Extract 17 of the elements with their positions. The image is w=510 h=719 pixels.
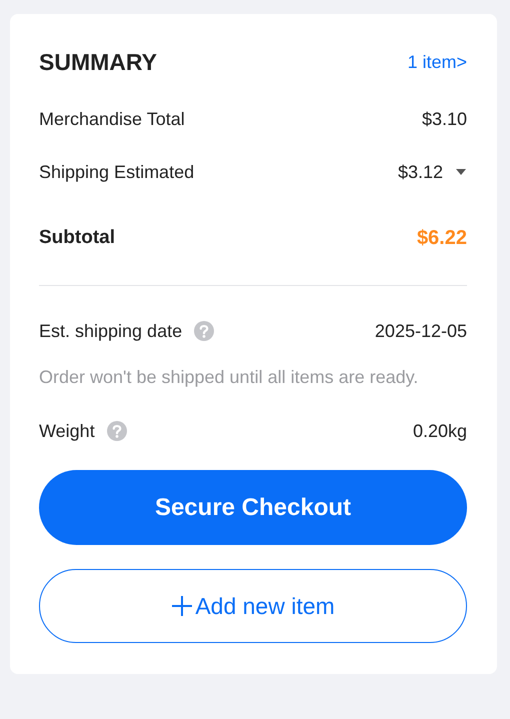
shipping-note: Order won't be shipped until all items are ready. <box>39 366 420 389</box>
subtotal-label: Subtotal <box>39 227 115 249</box>
detail-value: 0.20kg <box>412 420 467 442</box>
detail-label: Est. shipping date <box>39 320 182 342</box>
row-value: $3.10 <box>422 108 467 130</box>
row-label: Shipping Estimated <box>39 162 194 182</box>
detail-label: Weight <box>39 420 95 442</box>
plus-icon <box>171 595 194 617</box>
checkout-button[interactable]: Secure Checkout <box>39 470 467 545</box>
items-link[interactable]: 1 item> <box>407 52 467 72</box>
row-label: Merchandise Total <box>39 108 185 130</box>
summary-title: SUMMARY <box>39 48 157 76</box>
add-item-button[interactable]: Add new item <box>39 569 467 643</box>
detail-value: 2025-12-05 <box>374 320 467 342</box>
row-value: $3.12 <box>398 162 443 182</box>
subtotal-value: $6.22 <box>416 226 467 250</box>
dropdown-caret-icon <box>455 168 467 176</box>
